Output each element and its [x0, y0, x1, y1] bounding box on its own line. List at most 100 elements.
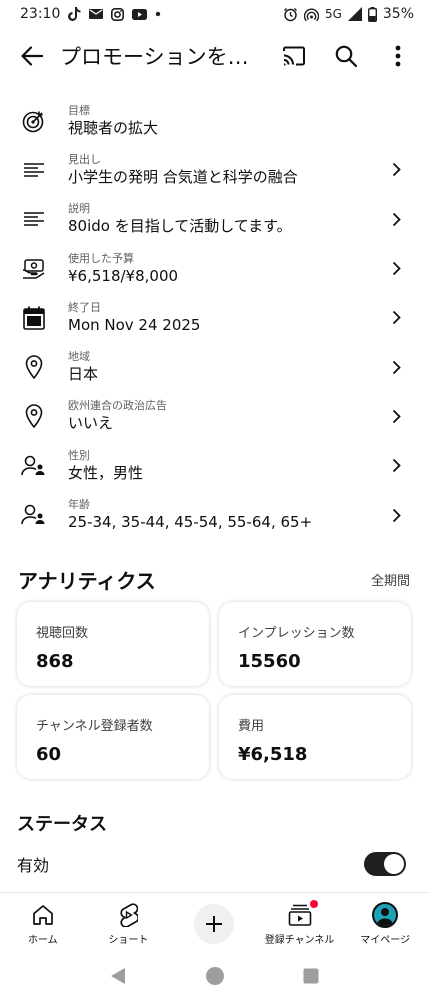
- arrow-back-icon: [21, 46, 43, 66]
- audience-icon: [20, 501, 48, 529]
- setting-value: 視聴者の拡大: [68, 118, 159, 137]
- chevron-right-icon: [388, 458, 404, 474]
- setting-label: 見出し: [68, 152, 101, 166]
- setting-value: 日本: [68, 365, 99, 384]
- setting-label: 地域: [68, 350, 90, 364]
- setting-text: 年齢 25-34, 35-44, 45-54, 55-64, 65+: [68, 498, 388, 532]
- nav-label: マイページ: [360, 935, 411, 946]
- cast-button[interactable]: [268, 30, 320, 82]
- nav-shorts[interactable]: ショート: [86, 893, 172, 952]
- metric-value: 868: [36, 651, 74, 672]
- status-row: 有効: [17, 848, 406, 880]
- setting-value: 25-34, 35-44, 45-54, 55-64, 65+: [68, 513, 313, 532]
- setting-headline[interactable]: 見出し 小学生の発明 合気道と科学の融合: [0, 145, 428, 194]
- toggle-knob: [384, 854, 404, 874]
- metric-label: チャンネル登録者数: [36, 719, 153, 734]
- status-label: 有効: [17, 856, 50, 875]
- setting-end-date[interactable]: 終了日 Mon Nov 24 2025: [0, 293, 428, 342]
- nav-label: ホーム: [27, 935, 58, 946]
- metric-value: 15560: [238, 651, 301, 672]
- nav-my-page[interactable]: マイページ: [342, 893, 428, 952]
- setting-age[interactable]: 年齢 25-34, 35-44, 45-54, 55-64, 65+: [0, 490, 428, 539]
- setting-label: 終了日: [68, 300, 101, 314]
- more-vert-icon: [395, 45, 401, 67]
- more-options-button[interactable]: [372, 30, 424, 82]
- setting-value: 小学生の発明 合気道と科学の融合: [68, 167, 298, 186]
- analytics-header: アナリティクス 全期間: [18, 565, 410, 594]
- create-button[interactable]: [193, 904, 234, 944]
- avatar: [372, 902, 399, 928]
- chevron-right-icon: [388, 162, 404, 178]
- nav-home[interactable]: ホーム: [0, 893, 86, 952]
- setting-text: 地域 日本: [68, 350, 388, 384]
- app-bar-actions: [268, 30, 428, 82]
- text-lines-icon: [20, 156, 48, 184]
- system-back-icon[interactable]: [109, 967, 127, 985]
- nav-create[interactable]: [171, 893, 257, 952]
- chevron-right-icon: [388, 211, 404, 227]
- setting-value: 女性，男性: [68, 463, 144, 482]
- metric-value: ¥6,518: [238, 744, 308, 765]
- system-recents-icon[interactable]: [303, 968, 319, 984]
- location-pin-icon: [20, 402, 48, 430]
- setting-label: 説明: [68, 202, 90, 216]
- search-icon: [335, 45, 357, 67]
- setting-value: 80ido を目指して活動してます。: [68, 217, 292, 236]
- setting-eu-political-ads[interactable]: 欧州連合の政治広告 いいえ: [0, 392, 428, 441]
- chevron-right-icon: [388, 310, 404, 326]
- system-home-icon[interactable]: [205, 966, 225, 986]
- notification-dot: [309, 900, 318, 908]
- setting-label: 欧州連合の政治広告: [68, 399, 167, 413]
- nav-subscriptions[interactable]: 登録チャンネル: [257, 893, 343, 952]
- setting-description[interactable]: 説明 80ido を目指して活動してます。: [0, 195, 428, 244]
- metric-card-cost: 費用 ¥6,518: [219, 695, 411, 779]
- network-type: 5G: [324, 7, 342, 21]
- metric-label: 費用: [238, 719, 265, 734]
- metric-card-impressions: インプレッション数 15560: [219, 602, 411, 686]
- signal-icon: [347, 7, 362, 21]
- instagram-icon: [111, 7, 125, 21]
- analytics-title: アナリティクス: [18, 569, 156, 593]
- nav-label: ショート: [108, 935, 149, 946]
- analytics-period[interactable]: 全期間: [371, 570, 410, 589]
- calendar-icon: [20, 304, 48, 332]
- shorts-icon: [118, 902, 139, 928]
- create-icon: [205, 916, 222, 932]
- setting-text: 性別 女性，男性: [68, 449, 388, 483]
- setting-label: 年齢: [68, 498, 90, 512]
- setting-text: 目標 視聴者の拡大: [68, 104, 404, 138]
- system-indicators: 5G 35%: [283, 6, 414, 22]
- avatar-icon: [372, 902, 399, 928]
- status-time: 23:10: [20, 6, 61, 22]
- cast-icon: [283, 46, 305, 66]
- setting-gender[interactable]: 性別 女性，男性: [0, 441, 428, 490]
- metric-card-subscribers: チャンネル登録者数 60: [17, 695, 209, 779]
- status-toggle[interactable]: [364, 852, 406, 876]
- mail-icon: [89, 9, 104, 19]
- setting-text: 使用した予算 ¥6,518/¥8,000: [68, 252, 388, 286]
- page-title: プロモーションを…: [60, 45, 249, 69]
- chevron-right-icon: [388, 261, 404, 277]
- metric-value: 60: [36, 744, 62, 765]
- setting-value: ¥6,518/¥8,000: [68, 266, 179, 285]
- back-button[interactable]: [4, 28, 60, 84]
- search-button[interactable]: [320, 30, 372, 82]
- tiktok-icon: [68, 7, 81, 21]
- metric-card-views: 視聴回数 868: [17, 602, 209, 686]
- setting-budget[interactable]: 使用した予算 ¥6,518/¥8,000: [0, 244, 428, 293]
- home-icon: [32, 902, 54, 928]
- hotspot-icon: [303, 8, 319, 21]
- status-bar: 23:10 5G 35%: [0, 0, 428, 28]
- promotion-settings-list: 目標 視聴者の拡大 見出し 小学生の発明 合気道と科学の融合 説明 80ido …: [0, 96, 428, 540]
- chevron-right-icon: [388, 507, 404, 523]
- setting-region[interactable]: 地域 日本: [0, 342, 428, 391]
- setting-value: Mon Nov 24 2025: [68, 315, 201, 334]
- system-navigation-bar: [0, 952, 428, 1000]
- bottom-navigation: ホーム ショート 登録チャンネル マイページ: [0, 892, 428, 952]
- audience-icon: [20, 452, 48, 480]
- battery-level: 35%: [382, 6, 414, 22]
- location-pin-icon: [20, 353, 48, 381]
- subscriptions-icon: [288, 900, 318, 928]
- analytics-cards: 視聴回数 868 インプレッション数 15560 チャンネル登録者数 60 費用…: [17, 602, 411, 779]
- alarm-icon: [283, 7, 297, 21]
